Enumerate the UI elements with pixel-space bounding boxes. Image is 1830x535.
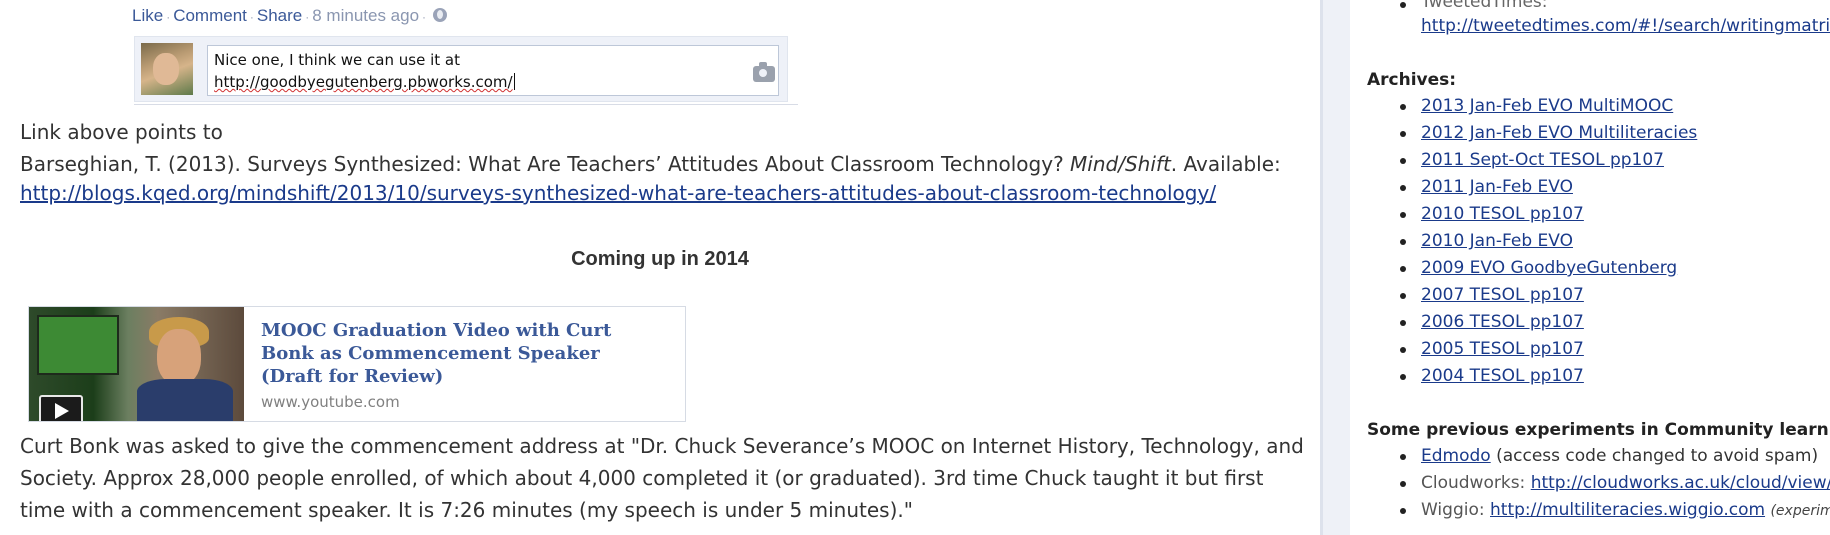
experiment-cloudworks: Cloudworks: http://cloudworks.ac.uk/clou… [1421, 473, 1830, 493]
video-thumbnail[interactable] [29, 307, 244, 421]
wiggio-note: (experiment [1770, 503, 1830, 519]
tweeted-link[interactable]: http://tweetedtimes.com/#!/search/writin… [1421, 16, 1830, 36]
comment-input[interactable]: Nice one, I think we can use it at http:… [207, 45, 779, 96]
archive-link[interactable]: 2012 Jan-Feb EVO Multiliteracies [1421, 123, 1697, 143]
section-heading: Coming up in 2014 [571, 248, 749, 270]
citation-link[interactable]: http://blogs.kqed.org/mindshift/2013/10/… [20, 181, 1216, 205]
citation-source: Mind/Shift [1070, 152, 1171, 176]
wiggio-link[interactable]: http://multiliteracies.wiggio.com [1490, 500, 1765, 520]
bullet-icon [1400, 2, 1406, 8]
bullet-icon [1400, 158, 1406, 164]
experiment-wiggio: Wiggio: http://multiliteracies.wiggio.co… [1421, 500, 1830, 520]
bullet-icon [1400, 239, 1406, 245]
comment-line-2: http://goodbyegutenberg.pbworks.com/ [214, 73, 513, 91]
bullet-icon [1400, 454, 1406, 460]
citation-available: . Available: [1170, 152, 1281, 176]
archive-link[interactable]: 2005 TESOL pp107 [1421, 339, 1584, 359]
video-preview-card[interactable]: MOOC Graduation Video with Curt Bonk as … [28, 306, 686, 422]
archive-link[interactable]: 2007 TESOL pp107 [1421, 285, 1584, 305]
comment-line-1: Nice one, I think we can use it at [214, 51, 460, 69]
video-title[interactable]: MOOC Graduation Video with Curt Bonk as … [261, 319, 641, 388]
archive-link[interactable]: 2006 TESOL pp107 [1421, 312, 1584, 332]
post-timestamp[interactable]: 8 minutes ago [312, 6, 419, 25]
bullet-icon [1400, 347, 1406, 353]
sidebar-border [1320, 0, 1350, 535]
archive-link[interactable]: 2004 TESOL pp107 [1421, 366, 1584, 386]
citation-text: Barseghian, T. (2013). Surveys Synthesiz… [20, 152, 1064, 176]
bullet-icon [1400, 212, 1406, 218]
avatar[interactable] [141, 43, 193, 95]
camera-icon[interactable] [753, 62, 775, 82]
archive-link[interactable]: 2010 TESOL pp107 [1421, 204, 1584, 224]
bullet-icon [1400, 104, 1406, 110]
citation: Barseghian, T. (2013). Surveys Synthesiz… [20, 152, 1281, 176]
fb-comment-box: Nice one, I think we can use it at http:… [134, 36, 788, 102]
bullet-icon [1400, 374, 1406, 380]
archive-link[interactable]: 2009 EVO GoodbyeGutenberg [1421, 258, 1677, 278]
main-column: Like · Comment · Share · 8 minutes ago · Nice o… [0, 0, 1320, 535]
bullet-icon [1400, 266, 1406, 272]
text-caret [513, 73, 515, 90]
cloudworks-link[interactable]: http://cloudworks.ac.uk/cloud/view/27 [1531, 473, 1830, 493]
archive-link[interactable]: 2010 Jan-Feb EVO [1421, 231, 1573, 251]
tweeted-label: TweetedTimes: [1421, 0, 1548, 12]
divider [134, 104, 798, 105]
bullet-icon [1400, 508, 1406, 514]
bullet-icon [1400, 481, 1406, 487]
right-sidebar: TweetedTimes: http://tweetedtimes.com/#!… [1350, 0, 1830, 535]
body-paragraph: Curt Bonk was asked to give the commence… [20, 434, 1304, 522]
archive-link[interactable]: 2011 Jan-Feb EVO [1421, 177, 1573, 197]
bullet-icon [1400, 131, 1406, 137]
video-source: www.youtube.com [261, 393, 400, 411]
like-link[interactable]: Like [132, 6, 163, 25]
fb-action-bar: Like · Comment · Share · 8 minutes ago · [132, 6, 448, 26]
cloudworks-label: Cloudworks: [1421, 473, 1526, 493]
bullet-icon [1400, 185, 1406, 191]
edmodo-note: (access code changed to avoid spam) [1496, 446, 1819, 466]
archive-link[interactable]: 2013 Jan-Feb EVO MultiMOOC [1421, 96, 1673, 116]
play-icon[interactable] [39, 395, 83, 421]
comment-link[interactable]: Comment [173, 6, 247, 25]
bullet-icon [1400, 293, 1406, 299]
share-link[interactable]: Share [257, 6, 302, 25]
experiment-edmodo: Edmodo (access code changed to avoid spa… [1421, 446, 1818, 466]
archives-heading: Archives: [1367, 70, 1457, 90]
bullet-icon [1400, 320, 1406, 326]
globe-icon[interactable] [433, 8, 448, 22]
link-intro: Link above points to [20, 120, 223, 144]
edmodo-link[interactable]: Edmodo [1421, 446, 1491, 466]
archive-link[interactable]: 2011 Sept-Oct TESOL pp107 [1421, 150, 1664, 170]
experiments-heading: Some previous experiments in Community l… [1367, 420, 1830, 440]
wiggio-label: Wiggio: [1421, 500, 1485, 520]
